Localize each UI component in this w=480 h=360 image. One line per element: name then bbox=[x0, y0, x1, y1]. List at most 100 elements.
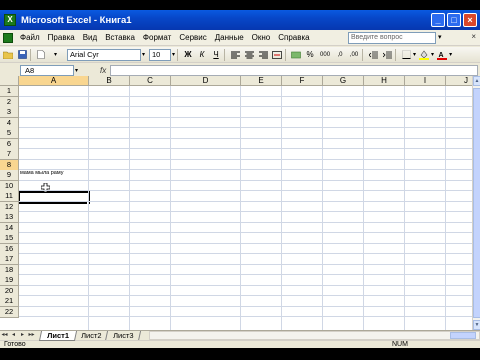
scroll-thumb[interactable] bbox=[473, 88, 480, 318]
row-header-19[interactable]: 19 bbox=[0, 275, 19, 286]
prev-sheet-icon[interactable]: ◂ bbox=[9, 331, 18, 340]
font-name-select[interactable]: Arial Cyr bbox=[67, 48, 141, 61]
row-header-16[interactable]: 16 bbox=[0, 243, 19, 255]
currency-icon[interactable] bbox=[290, 49, 302, 61]
row-header-1[interactable]: 1 bbox=[0, 86, 19, 97]
chevron-down-icon[interactable]: ▾ bbox=[75, 67, 78, 74]
row-header-9[interactable]: 9 bbox=[0, 170, 19, 181]
maximize-button[interactable]: □ bbox=[447, 13, 461, 27]
align-center-icon[interactable] bbox=[243, 49, 255, 61]
last-sheet-icon[interactable]: ▸▸ bbox=[27, 331, 36, 340]
decrease-decimal-icon[interactable]: ,00 bbox=[348, 49, 360, 61]
hscroll-thumb[interactable] bbox=[449, 332, 476, 339]
toolbar-options-icon[interactable]: ▾ bbox=[49, 49, 61, 61]
bold-button[interactable]: Ж bbox=[182, 49, 194, 61]
doc-close-button[interactable]: × bbox=[471, 32, 476, 41]
chevron-down-icon[interactable]: ▾ bbox=[449, 51, 452, 58]
col-header-g[interactable]: G bbox=[323, 76, 364, 86]
row-header-3[interactable]: 3 bbox=[0, 107, 19, 118]
horizontal-scrollbar[interactable] bbox=[148, 331, 480, 340]
col-header-h[interactable]: H bbox=[364, 76, 405, 86]
increase-decimal-icon[interactable]: ,0 bbox=[334, 49, 346, 61]
open-icon[interactable] bbox=[2, 49, 14, 61]
col-header-i[interactable]: I bbox=[405, 76, 446, 86]
row-header-8[interactable]: 8 bbox=[0, 159, 19, 171]
row-header-6[interactable]: 6 bbox=[0, 138, 19, 150]
row-header-10[interactable]: 10 bbox=[0, 180, 19, 192]
scroll-down-arrow-icon[interactable]: ▼ bbox=[473, 320, 480, 330]
row-header-14[interactable]: 14 bbox=[0, 222, 19, 234]
row-header-15[interactable]: 15 bbox=[0, 233, 19, 244]
formula-input[interactable] bbox=[110, 64, 478, 76]
col-header-a[interactable]: A bbox=[19, 76, 89, 86]
menu-tools[interactable]: Сервис bbox=[175, 33, 210, 42]
menu-view[interactable]: Вид bbox=[79, 33, 101, 42]
menu-data[interactable]: Данные bbox=[211, 33, 248, 42]
tab-sheet1[interactable]: Лист1 bbox=[38, 330, 77, 341]
font-size-select[interactable]: 10 bbox=[149, 48, 172, 61]
gridline-horizontal bbox=[19, 148, 472, 149]
font-color-icon[interactable]: A bbox=[436, 49, 448, 61]
workbook-icon[interactable] bbox=[3, 32, 13, 43]
row-header-7[interactable]: 7 bbox=[0, 149, 19, 160]
col-header-c[interactable]: C bbox=[130, 76, 171, 86]
row-header-12[interactable]: 12 bbox=[0, 201, 19, 213]
gridline-vertical bbox=[240, 86, 241, 330]
chevron-down-icon[interactable]: ▾ bbox=[438, 33, 442, 41]
merge-center-icon[interactable] bbox=[271, 49, 283, 61]
col-header-b[interactable]: B bbox=[89, 76, 130, 86]
chevron-down-icon[interactable]: ▾ bbox=[413, 51, 416, 58]
cell-a6[interactable]: мама мыла раму bbox=[20, 170, 63, 176]
name-box[interactable]: A8 bbox=[20, 64, 74, 76]
menu-edit[interactable]: Правка bbox=[44, 33, 79, 42]
row-header-4[interactable]: 4 bbox=[0, 117, 19, 129]
row-header-20[interactable]: 20 bbox=[0, 285, 19, 297]
minimize-button[interactable]: _ bbox=[431, 13, 445, 27]
col-header-e[interactable]: E bbox=[241, 76, 282, 86]
align-left-icon[interactable] bbox=[229, 49, 241, 61]
row-header-22[interactable]: 22 bbox=[0, 306, 19, 318]
help-search-input[interactable]: Введите вопрос bbox=[348, 32, 436, 44]
menu-insert[interactable]: Вставка bbox=[101, 33, 139, 42]
menu-help[interactable]: Справка bbox=[274, 33, 313, 42]
italic-button[interactable]: К bbox=[196, 49, 208, 61]
row-header-2[interactable]: 2 bbox=[0, 96, 19, 108]
col-header-f[interactable]: F bbox=[282, 76, 323, 86]
menu-file[interactable]: Файл bbox=[16, 33, 44, 42]
select-all-corner[interactable] bbox=[0, 76, 19, 86]
first-sheet-icon[interactable]: ◂◂ bbox=[0, 331, 9, 340]
tab-sheet2[interactable]: Лист2 bbox=[72, 330, 110, 341]
col-header-j[interactable]: J bbox=[446, 76, 472, 86]
underline-button[interactable]: Ч bbox=[210, 49, 222, 61]
excel-icon[interactable]: X bbox=[4, 14, 16, 26]
row-header-18[interactable]: 18 bbox=[0, 264, 19, 276]
chevron-down-icon[interactable]: ▾ bbox=[142, 51, 145, 58]
menu-window[interactable]: Окно bbox=[248, 33, 275, 42]
worksheet-grid[interactable]: мама мыла раму A B C D E F G H I J 1 2 3 4 5 6 7 8 9 10 11 12… bbox=[0, 76, 472, 330]
decrease-indent-icon[interactable] bbox=[367, 49, 379, 61]
scroll-up-arrow-icon[interactable]: ▲ bbox=[473, 76, 480, 86]
save-icon[interactable] bbox=[16, 49, 28, 61]
active-cell-a8[interactable] bbox=[18, 191, 90, 204]
percent-button[interactable]: % bbox=[304, 49, 316, 61]
new-icon[interactable] bbox=[35, 49, 47, 61]
align-right-icon[interactable] bbox=[257, 49, 269, 61]
fill-color-icon[interactable] bbox=[418, 49, 430, 61]
thousands-button[interactable]: 000 bbox=[318, 49, 332, 61]
vertical-scrollbar[interactable]: ▲ ▼ bbox=[472, 76, 480, 330]
next-sheet-icon[interactable]: ▸ bbox=[18, 331, 27, 340]
close-button[interactable]: × bbox=[463, 13, 477, 27]
chevron-down-icon[interactable]: ▾ bbox=[431, 51, 434, 58]
row-header-21[interactable]: 21 bbox=[0, 296, 19, 307]
increase-indent-icon[interactable] bbox=[381, 49, 393, 61]
menu-format[interactable]: Формат bbox=[139, 33, 175, 42]
borders-icon[interactable] bbox=[400, 49, 412, 61]
function-icon[interactable]: fx bbox=[100, 66, 106, 75]
col-header-d[interactable]: D bbox=[171, 76, 241, 86]
row-header-11[interactable]: 11 bbox=[0, 191, 19, 202]
row-header-13[interactable]: 13 bbox=[0, 212, 19, 223]
row-header-5[interactable]: 5 bbox=[0, 128, 19, 139]
chevron-down-icon[interactable]: ▾ bbox=[172, 51, 175, 58]
row-header-17[interactable]: 17 bbox=[0, 254, 19, 265]
tab-sheet3[interactable]: Лист3 bbox=[105, 330, 142, 341]
